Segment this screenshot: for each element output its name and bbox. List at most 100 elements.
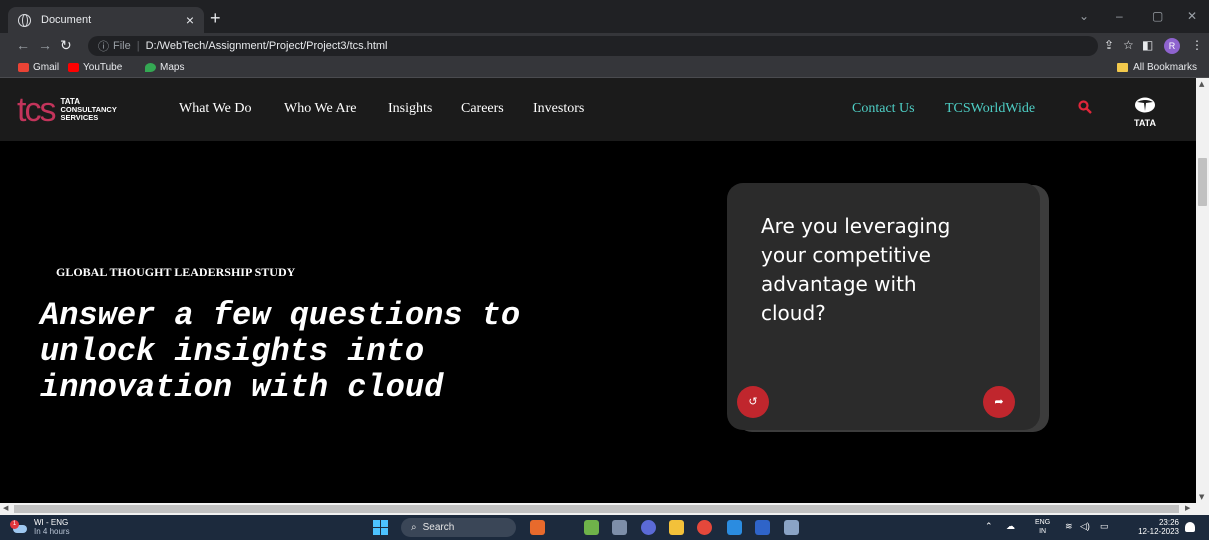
all-bookmarks-label: All Bookmarks — [1133, 62, 1197, 73]
battery-icon[interactable]: ▭ — [1100, 521, 1109, 532]
search-icon: ⌕ — [411, 522, 417, 533]
taskbar-search[interactable]: ⌕ Search — [401, 518, 516, 537]
scroll-right-icon[interactable]: ▶ — [1185, 504, 1190, 512]
teams-icon[interactable] — [641, 520, 656, 535]
clock-date: 12-12-2023 — [1138, 527, 1179, 536]
hero-title-line: innovation with cloud — [40, 369, 444, 406]
nav-who-we-are[interactable]: Who We Are — [284, 101, 356, 117]
question-card: Are you leveraging your competitive adva… — [727, 183, 1040, 430]
region-code: IN — [1039, 528, 1047, 535]
wifi-icon[interactable]: ≋ — [1065, 521, 1073, 532]
hero-kicker: GLOBAL THOUGHT LEADERSHIP STUDY — [56, 265, 296, 279]
forward-arrow-icon[interactable]: → — [38, 37, 52, 53]
word-icon[interactable] — [755, 520, 770, 535]
nav-contact-us[interactable]: Contact Us — [852, 101, 915, 117]
nav-what-we-do[interactable]: What We Do — [179, 101, 251, 117]
question-line: Are you leveraging — [761, 214, 951, 238]
reload-icon[interactable]: ↻ — [60, 37, 72, 54]
nav-insights[interactable]: Insights — [388, 101, 432, 117]
close-window-button[interactable]: ✕ — [1187, 9, 1197, 23]
news-widget-icon[interactable] — [530, 520, 545, 535]
file-app-icon[interactable] — [612, 520, 627, 535]
search-icon[interactable] — [1078, 100, 1092, 114]
tcs-logo-mark: tcs — [17, 91, 56, 129]
vertical-scroll-thumb[interactable] — [1198, 158, 1207, 206]
horizontal-scrollbar[interactable]: ◀ ▶ — [0, 503, 1209, 515]
profile-avatar[interactable]: R — [1164, 38, 1180, 54]
bookmark-label: Maps — [160, 62, 185, 73]
youtube-icon — [68, 63, 79, 72]
scroll-left-icon[interactable]: ◀ — [3, 504, 8, 512]
tab-title: Document — [41, 14, 92, 26]
restart-button[interactable]: ↺ — [737, 386, 769, 418]
globe-icon — [18, 13, 31, 27]
nav-investors[interactable]: Investors — [533, 101, 584, 117]
bookmark-label: YouTube — [83, 62, 123, 73]
url-separator: | — [136, 40, 140, 52]
close-tab-icon[interactable]: × — [186, 12, 194, 28]
next-button[interactable]: ➦ — [983, 386, 1015, 418]
volume-icon[interactable]: ◁) — [1080, 521, 1090, 532]
tata-logo[interactable]: TATA — [1129, 96, 1161, 128]
file-explorer-icon[interactable] — [669, 520, 684, 535]
share-icon[interactable]: ⇪ — [1104, 38, 1114, 52]
address-bar[interactable]: ⓘ File | D:/WebTech/Assignment/Project/P… — [88, 36, 1098, 56]
weather-icon: 1 — [10, 520, 28, 534]
language-indicator[interactable]: ENG IN — [1035, 518, 1050, 536]
question-line: advantage with — [761, 272, 917, 296]
hero-title: Answer a few questions to unlock insight… — [40, 298, 680, 406]
browser-toolbar: ← → ↻ ⓘ File | D:/WebTech/Assignment/Pro… — [0, 33, 1209, 59]
system-clock[interactable]: 23:26 12-12-2023 — [1123, 518, 1179, 536]
tcs-logo[interactable]: tcs TATA CONSULTANCY SERVICES — [17, 91, 117, 129]
question-text: Are you leveraging your competitive adva… — [761, 212, 1031, 328]
web-page: tcs TATA CONSULTANCY SERVICES What We Do… — [0, 78, 1196, 503]
browser-tab-strip: Document × + ⌄ – ▢ ✕ — [0, 0, 1209, 33]
notification-bell-icon[interactable] — [1185, 522, 1195, 532]
url-text[interactable]: D:/WebTech/Assignment/Project/Project3/t… — [146, 40, 388, 52]
scroll-up-icon[interactable]: ▲ — [1199, 80, 1204, 88]
tab-search-icon[interactable]: ⌄ — [1079, 9, 1089, 23]
chrome-icon[interactable] — [697, 520, 712, 535]
all-bookmarks-button[interactable]: All Bookmarks — [1117, 62, 1197, 73]
vertical-scrollbar[interactable]: ▲ ▼ — [1196, 78, 1209, 503]
url-scheme-label: File — [113, 40, 131, 52]
weather-widget[interactable]: 1 WI - ENG In 4 hours — [10, 518, 70, 536]
share-arrow-icon: ➦ — [994, 395, 1004, 408]
bookmarks-bar: Gmail YouTube Maps All Bookmarks — [0, 59, 1209, 78]
browser-tab-document[interactable]: Document × — [8, 7, 204, 33]
snipping-tool-icon[interactable] — [784, 520, 799, 535]
question-line: cloud? — [761, 301, 826, 325]
horizontal-scroll-thumb[interactable] — [14, 505, 1179, 513]
onedrive-cloud-icon[interactable]: ☁ — [1006, 521, 1015, 532]
bookmark-gmail[interactable]: Gmail — [18, 62, 59, 73]
info-icon[interactable]: ⓘ — [98, 38, 109, 54]
nav-tcs-worldwide[interactable]: TCSWorldWide — [945, 101, 1035, 117]
maps-icon — [145, 63, 156, 72]
app-icon[interactable] — [584, 520, 599, 535]
menu-kebab-icon[interactable]: ⋮ — [1191, 38, 1203, 52]
nav-careers[interactable]: Careers — [461, 101, 504, 117]
scroll-down-icon[interactable]: ▼ — [1199, 493, 1204, 501]
start-button[interactable] — [373, 520, 388, 535]
back-arrow-icon[interactable]: ← — [16, 37, 30, 53]
new-tab-button[interactable]: + — [210, 9, 221, 27]
tray-overflow-icon[interactable]: ⌃ — [985, 521, 993, 532]
bookmark-star-icon[interactable]: ☆ — [1123, 38, 1134, 52]
weather-badge: 1 — [10, 520, 19, 529]
tata-label: TATA — [1134, 118, 1156, 128]
language-code: ENG — [1035, 519, 1051, 526]
weather-title: WI - ENG — [34, 518, 69, 527]
logo-line-services: SERVICES — [60, 113, 99, 122]
hero-title-line: Answer a few questions to — [40, 297, 521, 334]
maximize-button[interactable]: ▢ — [1152, 9, 1163, 23]
gmail-icon — [18, 63, 29, 72]
hero-title-line: unlock insights into — [40, 333, 425, 370]
bookmark-maps[interactable]: Maps — [145, 62, 184, 73]
minimize-button[interactable]: – — [1116, 9, 1123, 23]
taskbar-search-label: Search — [422, 522, 455, 533]
restart-icon: ↺ — [748, 395, 758, 408]
windows-taskbar: 1 WI - ENG In 4 hours ⌕ Search ⌃ ☁ ENG I… — [0, 515, 1209, 540]
bookmark-youtube[interactable]: YouTube — [68, 62, 122, 73]
vscode-icon[interactable] — [727, 520, 742, 535]
side-panel-icon[interactable]: ◧ — [1142, 38, 1153, 52]
